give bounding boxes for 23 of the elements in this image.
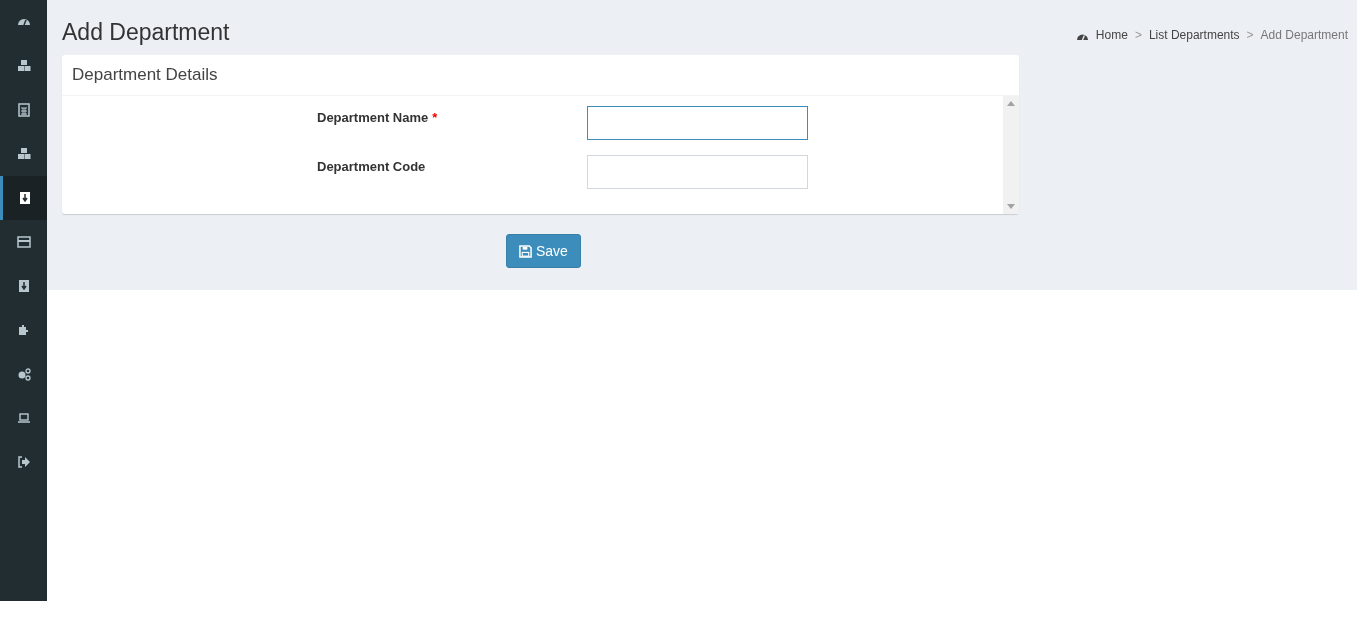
puzzle-piece-icon: [16, 323, 31, 337]
required-mark: *: [432, 109, 438, 127]
save-button[interactable]: Save: [506, 234, 581, 268]
breadcrumb-separator: >: [1246, 27, 1254, 44]
breadcrumb-current: Add Department: [1260, 27, 1348, 44]
credit-card-icon: [16, 235, 31, 249]
sign-out-icon: [16, 455, 31, 469]
laptop-icon: [16, 411, 31, 425]
calculator-icon: [16, 103, 31, 117]
download-icon: [16, 279, 31, 293]
gears-icon: [16, 367, 31, 381]
field-label: Department Name: [317, 109, 429, 127]
field-label: Department Code: [317, 158, 426, 176]
page-title: Add Department: [62, 21, 230, 44]
download-icon: [18, 191, 32, 205]
breadcrumb-link[interactable]: Home: [1095, 26, 1128, 44]
text-field[interactable]: [587, 106, 808, 140]
breadcrumb-separator: >: [1134, 27, 1142, 44]
panel-title: Department Details: [72, 64, 218, 87]
sidebar-item[interactable]: [0, 176, 47, 220]
breadcrumb-link[interactable]: List Departments: [1148, 26, 1240, 44]
cubes-icon: [16, 147, 31, 161]
cubes-icon: [16, 59, 31, 73]
